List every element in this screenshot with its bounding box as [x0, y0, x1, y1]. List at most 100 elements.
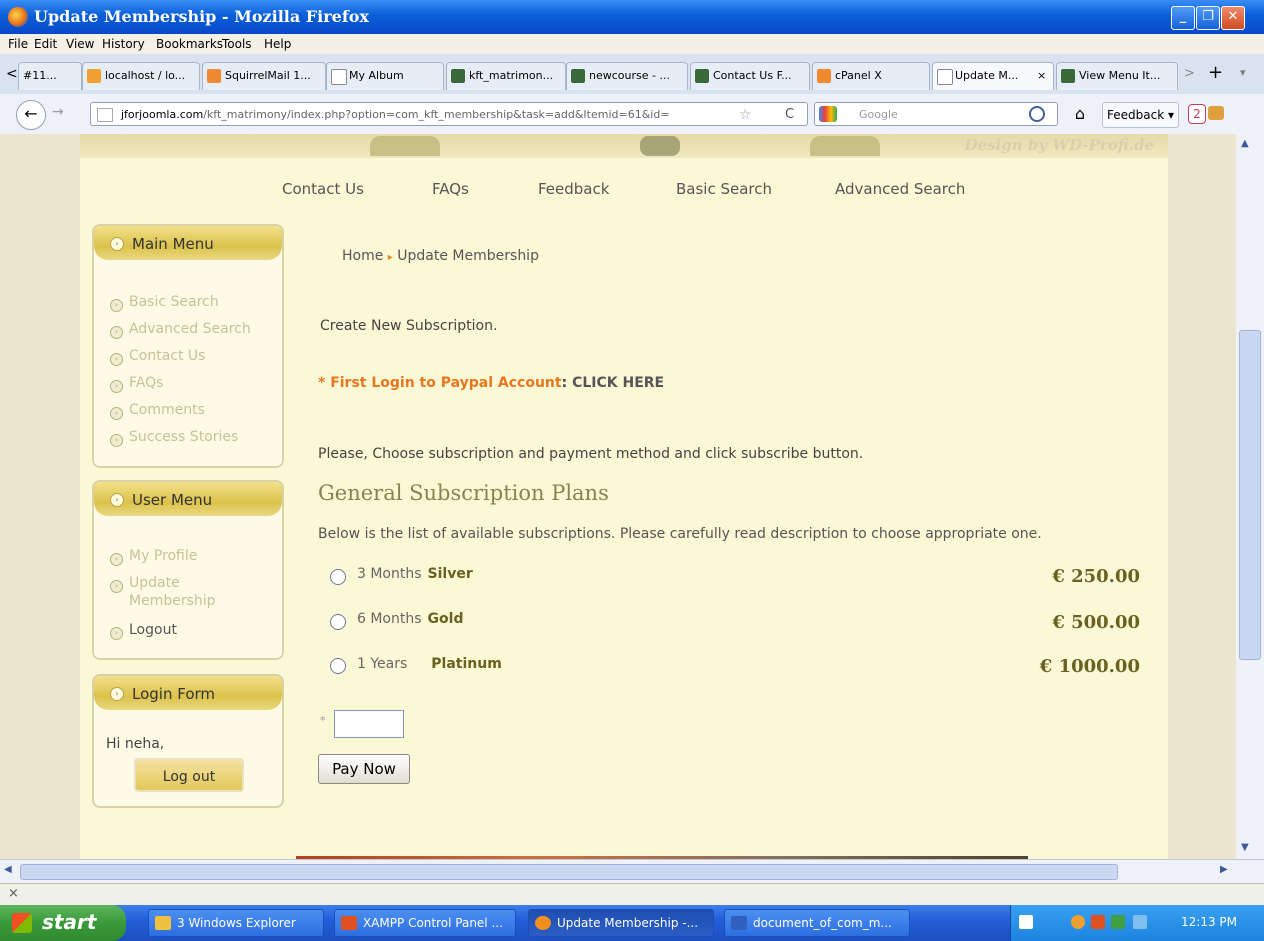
- search-input[interactable]: Google: [814, 102, 1058, 126]
- tab-list-button[interactable]: ▾: [1240, 66, 1246, 79]
- menu-item-contact-us[interactable]: › Contact Us: [110, 348, 205, 366]
- addon-icon[interactable]: [1208, 106, 1224, 120]
- arrow-icon: ›: [110, 237, 124, 251]
- plan-platinum: 1 Years Platinum: [357, 656, 502, 672]
- tab-item[interactable]: newcourse - ...: [566, 62, 688, 90]
- tab-item[interactable]: View Menu It...: [1056, 62, 1178, 90]
- menu-item-update-membership[interactable]: › Update Membership: [110, 575, 216, 609]
- tab-item-active[interactable]: Update M... ×: [932, 62, 1054, 90]
- start-button[interactable]: start: [0, 905, 126, 941]
- nav-basic-search[interactable]: Basic Search: [676, 180, 772, 198]
- tab-scroll-right[interactable]: >: [1184, 66, 1195, 81]
- tab-close-icon[interactable]: ×: [1037, 63, 1046, 89]
- minimize-button[interactable]: _: [1171, 6, 1195, 30]
- menu-item-success-stories[interactable]: › Success Stories: [110, 429, 238, 447]
- notification-badge[interactable]: 2: [1188, 104, 1206, 124]
- tab-item[interactable]: kft_matrimon...: [446, 62, 566, 90]
- feedback-button[interactable]: Feedback ▾: [1102, 102, 1179, 128]
- breadcrumb-home[interactable]: Home: [342, 248, 383, 264]
- vertical-scroll-thumb[interactable]: [1239, 330, 1261, 660]
- paypal-click-here-link[interactable]: CLICK HERE: [572, 375, 664, 391]
- volume-icon[interactable]: [1133, 915, 1147, 929]
- vertical-scrollbar[interactable]: ▲ ▼: [1236, 134, 1264, 859]
- paypal-login-label: * First Login to Paypal Account: [318, 375, 562, 391]
- plan-radio-silver[interactable]: [330, 569, 346, 585]
- menu-bookmarks[interactable]: Bookmarks: [156, 37, 223, 51]
- tab-item[interactable]: Contact Us F...: [690, 62, 810, 90]
- menu-item-comments[interactable]: › Comments: [110, 402, 205, 420]
- plan-price-platinum: € 1000.00: [1039, 656, 1140, 677]
- network-icon[interactable]: [1111, 915, 1125, 929]
- tray-icon[interactable]: [1071, 915, 1085, 929]
- menu-item-logout[interactable]: › Logout: [110, 622, 177, 640]
- menu-file[interactable]: File: [8, 37, 28, 51]
- menu-item-advanced-search[interactable]: › Advanced Search: [110, 321, 251, 339]
- nav-feedback[interactable]: Feedback: [538, 180, 609, 198]
- word-document-icon: [731, 916, 747, 930]
- taskbar-item[interactable]: XAMPP Control Panel ...: [334, 909, 516, 937]
- windows-logo-icon: [12, 913, 32, 933]
- scroll-down-icon[interactable]: ▼: [1241, 842, 1249, 853]
- clock[interactable]: 12:13 PM: [1181, 915, 1237, 929]
- search-icon[interactable]: [1029, 106, 1045, 122]
- maximize-button[interactable]: ❐: [1196, 6, 1220, 30]
- required-mark: *: [320, 714, 326, 727]
- horizontal-scrollbar[interactable]: ◀ ▶: [0, 859, 1264, 884]
- xampp-tray-icon[interactable]: [1091, 915, 1105, 929]
- url-bar[interactable]: jforjoomla.com/kft_matrimony/index.php?o…: [90, 102, 808, 126]
- close-window-button[interactable]: ✕: [1221, 6, 1245, 30]
- firefox-icon: [535, 916, 551, 930]
- nav-advanced-search[interactable]: Advanced Search: [835, 180, 965, 198]
- tab-item[interactable]: #11...: [18, 62, 82, 90]
- close-statusbar-icon[interactable]: ×: [8, 886, 19, 901]
- breadcrumb-current: Update Membership: [397, 248, 539, 264]
- menu-item-basic-search[interactable]: › Basic Search: [110, 294, 219, 312]
- menu-item-my-profile[interactable]: › My Profile: [110, 548, 197, 566]
- scroll-right-icon[interactable]: ▶: [1220, 864, 1228, 875]
- menu-tools[interactable]: Tools: [222, 37, 252, 51]
- tab-bar: < #11... localhost / lo... SquirrelMail …: [0, 54, 1264, 95]
- bullet-icon: ›: [110, 627, 123, 640]
- pay-now-button[interactable]: Pay Now: [318, 754, 410, 784]
- plan-radio-gold[interactable]: [330, 614, 346, 630]
- plan-radio-platinum[interactable]: [330, 658, 346, 674]
- help-icon[interactable]: [1019, 915, 1033, 929]
- background-decoration: [1168, 134, 1236, 859]
- tab-item[interactable]: My Album: [326, 62, 444, 90]
- logout-button[interactable]: Log out: [134, 758, 244, 792]
- forward-button[interactable]: →: [52, 104, 64, 120]
- tab-item[interactable]: SquirrelMail 1...: [202, 62, 326, 90]
- menu-history[interactable]: History: [102, 37, 145, 51]
- greeting-text: Hi neha,: [106, 736, 165, 752]
- tab-item[interactable]: localhost / lo...: [82, 62, 200, 90]
- reload-icon[interactable]: C: [785, 103, 794, 125]
- menu-view[interactable]: View: [66, 37, 94, 51]
- taskbar-item[interactable]: document_of_com_m...: [724, 909, 910, 937]
- nav-faqs[interactable]: FAQs: [432, 180, 469, 198]
- horizontal-scroll-thumb[interactable]: [20, 864, 1118, 880]
- joomla-icon: [1061, 69, 1075, 83]
- bookmark-star-icon[interactable]: ☆: [739, 103, 752, 125]
- xampp-icon: [341, 916, 357, 930]
- plan-price-silver: € 250.00: [1052, 566, 1140, 587]
- menu-help[interactable]: Help: [264, 37, 291, 51]
- site-page: Design by WD-Profi.de Contact Us FAQs Fe…: [80, 134, 1168, 859]
- menu-edit[interactable]: Edit: [34, 37, 57, 51]
- status-bar: ×: [0, 883, 1264, 906]
- bullet-icon: ›: [110, 553, 123, 566]
- scroll-left-icon[interactable]: ◀: [4, 864, 12, 875]
- nav-contact-us[interactable]: Contact Us: [282, 180, 364, 198]
- new-tab-button[interactable]: +: [1208, 62, 1223, 83]
- home-icon[interactable]: ⌂: [1066, 102, 1094, 126]
- taskbar-item[interactable]: 3 Windows Explorer: [148, 909, 324, 937]
- bullet-icon: ›: [110, 380, 123, 393]
- back-button[interactable]: ←: [16, 100, 46, 130]
- bullet-icon: ›: [110, 353, 123, 366]
- amount-input[interactable]: [334, 710, 404, 738]
- tab-item[interactable]: cPanel X: [812, 62, 930, 90]
- system-tray: 12:13 PM: [1010, 905, 1264, 941]
- taskbar-item-active[interactable]: Update Membership -...: [528, 909, 714, 937]
- tab-scroll-left[interactable]: <: [6, 66, 18, 82]
- scroll-up-icon[interactable]: ▲: [1241, 138, 1249, 149]
- menu-item-faqs[interactable]: › FAQs: [110, 375, 163, 393]
